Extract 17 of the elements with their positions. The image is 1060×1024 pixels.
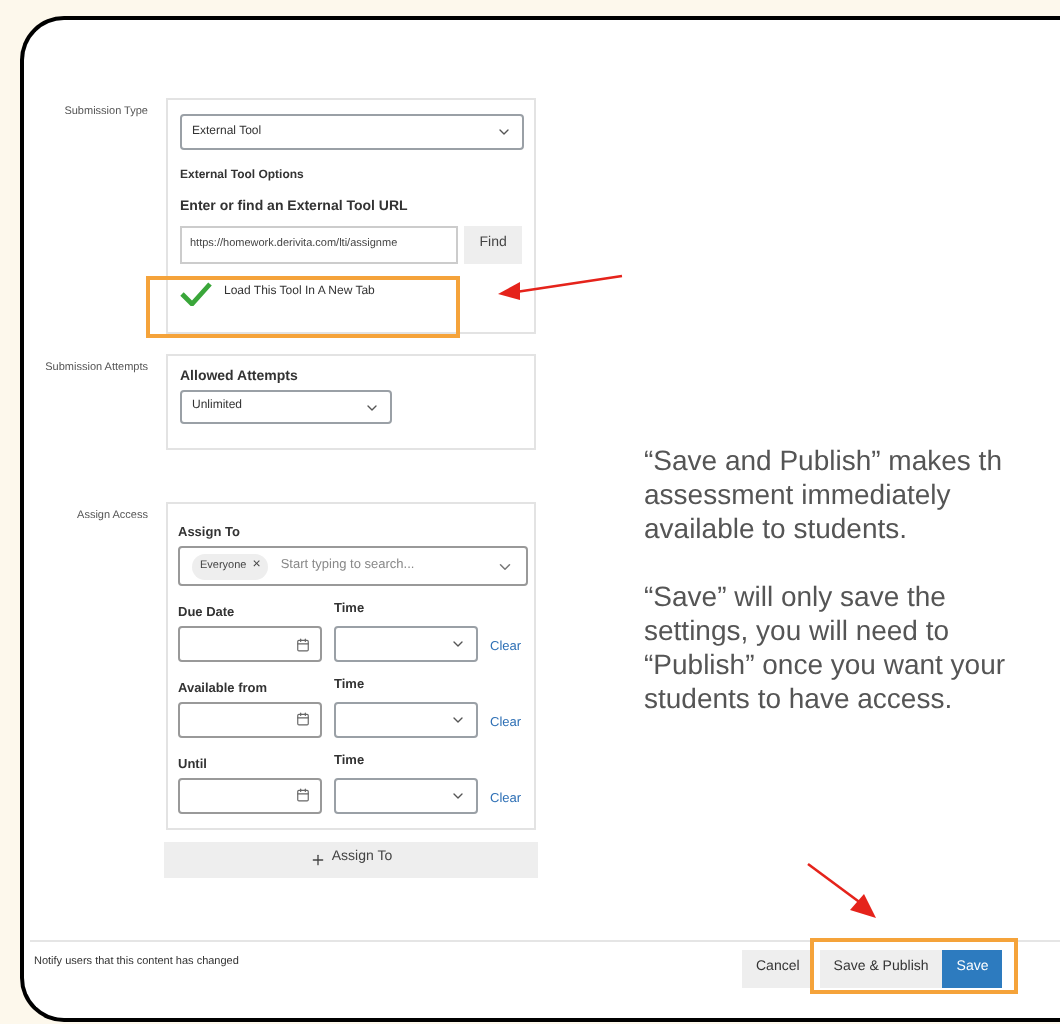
calendar-icon [296, 637, 310, 651]
date-input-field[interactable] [178, 777, 322, 813]
time-select-field[interactable] [334, 626, 478, 662]
calendar-icon [296, 712, 310, 727]
date-input-field[interactable] [178, 701, 322, 738]
calendar-icon [296, 788, 310, 802]
plus-icon [309, 851, 326, 867]
date-input-field[interactable] [178, 626, 322, 662]
checkmark-icon [180, 281, 212, 305]
checkbox[interactable] [180, 279, 212, 307]
time-select-field[interactable] [334, 701, 478, 738]
chevron-down-icon [496, 124, 512, 140]
chevron-down-icon [450, 636, 466, 652]
annotation-text: “Save and Publish” makes th assessment immediately available to students. “Save” will only save the settings, you will need to “Publish” once you want your students to have access. [644, 444, 1006, 716]
arrow-icon [496, 274, 624, 302]
time-select-field[interactable] [334, 777, 478, 813]
arrow-icon [806, 862, 878, 920]
